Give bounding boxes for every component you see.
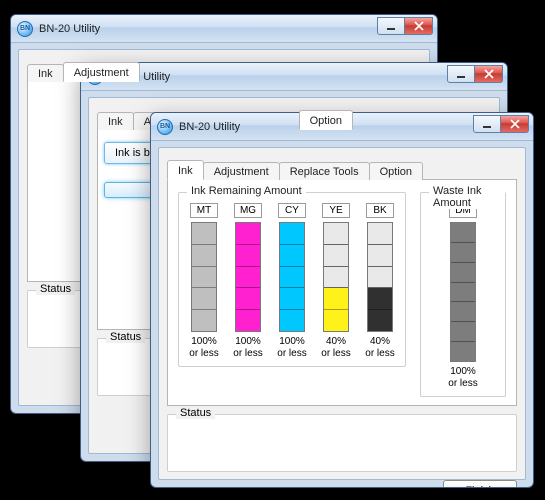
ink-percent-label: 100%or less xyxy=(448,366,477,390)
ink-level-bar xyxy=(235,222,261,332)
status-group: Status xyxy=(167,414,517,472)
minimize-button[interactable] xyxy=(473,115,501,133)
minimize-button[interactable] xyxy=(447,65,475,83)
tab-body-ink: Ink Remaining Amount MT 100%or less MG 100%… xyxy=(167,180,517,406)
tab-ink[interactable]: Ink xyxy=(27,64,64,82)
ink-column-bk: BK 40%or less xyxy=(363,203,397,360)
ink-code-label: YE xyxy=(322,203,350,218)
tab-adjustment[interactable]: Adjustment xyxy=(63,62,140,82)
app-icon: BN xyxy=(157,119,173,135)
status-label: Status xyxy=(176,407,215,419)
ink-code-label: CY xyxy=(278,203,306,218)
ink-level-bar xyxy=(450,222,476,362)
ink-code-label: MG xyxy=(234,203,262,218)
ink-column-mt: MT 100%or less xyxy=(187,203,221,360)
minimize-button[interactable] xyxy=(377,17,405,35)
ink-percent-label: 40%or less xyxy=(365,336,394,360)
ink-column-cy: CY 100%or less xyxy=(275,203,309,360)
window-title: BN-20 Utility xyxy=(39,23,100,35)
close-button[interactable] xyxy=(405,17,433,35)
status-label: Status xyxy=(36,283,75,295)
ink-percent-label: 100%or less xyxy=(277,336,306,360)
window-ink: BN BN-20 Utility Ink Adjustment Replace … xyxy=(150,112,534,488)
window-title: BN-20 Utility xyxy=(179,121,240,133)
ink-percent-label: 40%or less xyxy=(321,336,350,360)
titlebar[interactable]: BN BN-20 Utility xyxy=(81,63,507,91)
ink-level-bar xyxy=(279,222,305,332)
ink-column-ye: YE 40%or less xyxy=(319,203,353,360)
ink-column-dm: DM100%or less xyxy=(446,203,480,390)
finish-button[interactable]: Finish xyxy=(443,480,517,488)
ink-percent-label: 100%or less xyxy=(189,336,218,360)
close-button[interactable] xyxy=(475,65,503,83)
waste-ink-group: Waste Ink Amount DM100%or less xyxy=(420,192,506,397)
close-button[interactable] xyxy=(501,115,529,133)
ink-code-label: BK xyxy=(366,203,394,218)
ink-remaining-label: Ink Remaining Amount xyxy=(187,185,306,197)
app-icon: BN xyxy=(17,21,33,37)
ink-column-mg: MG 100%or less xyxy=(231,203,265,360)
tab-replace-tools[interactable]: Replace Tools xyxy=(279,162,370,180)
tab-option[interactable]: Option xyxy=(299,110,353,130)
ink-level-bar xyxy=(191,222,217,332)
ink-level-bar xyxy=(323,222,349,332)
ink-remaining-group: Ink Remaining Amount MT100%or lessMG100%… xyxy=(178,192,406,367)
tab-adjustment[interactable]: Adjustment xyxy=(203,162,280,180)
tab-ink[interactable]: Ink xyxy=(167,160,204,180)
tab-option[interactable]: Option xyxy=(369,162,423,180)
ink-percent-label: 100%or less xyxy=(233,336,262,360)
ink-level-bar xyxy=(367,222,393,332)
tab-ink[interactable]: Ink xyxy=(97,112,134,130)
titlebar[interactable]: BN BN-20 Utility xyxy=(11,15,437,43)
status-label: Status xyxy=(106,331,145,343)
tabstrip: Ink Adjustment Replace Tools Option xyxy=(167,158,517,180)
ink-code-label: MT xyxy=(190,203,218,218)
waste-ink-label: Waste Ink Amount xyxy=(429,185,505,209)
